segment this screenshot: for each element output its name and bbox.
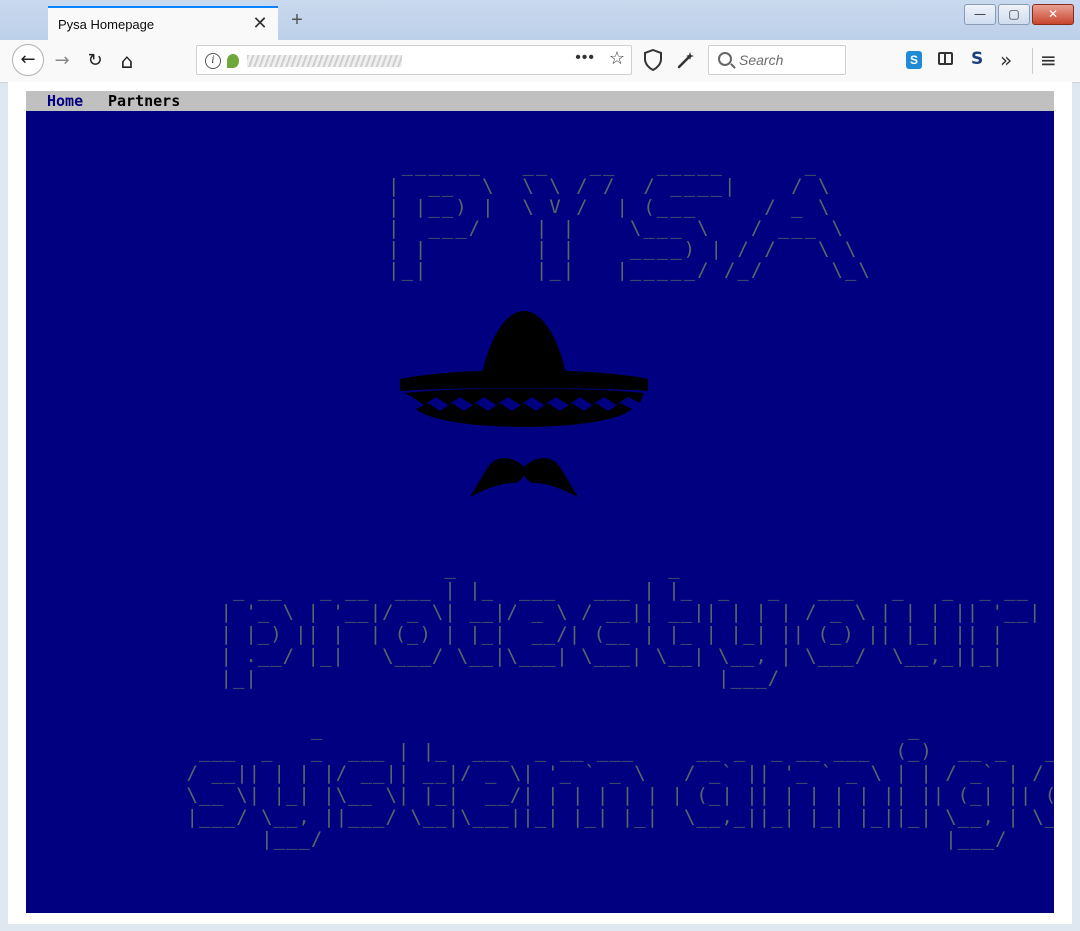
site-nav-bar: Home Partners [26, 91, 1054, 111]
toolbar-separator [1032, 48, 1033, 74]
tab-close-icon[interactable]: ✕ [250, 12, 270, 34]
url-bar[interactable]: i ••• ☆ [196, 45, 632, 75]
bookmark-star-icon[interactable]: ☆ [609, 48, 625, 69]
skype-icon[interactable]: S [906, 51, 922, 69]
tab-title: Pysa Homepage [58, 17, 155, 32]
extension-s-icon[interactable]: S [971, 49, 983, 69]
search-icon [718, 52, 732, 66]
new-tab-icon[interactable]: + [286, 8, 308, 32]
window-titlebar: Pysa Homepage ✕ + — ▢ ✕ [0, 0, 1080, 41]
navigation-toolbar: ← → ↻ ⌂ i ••• ☆ S S » ≡ [0, 40, 1080, 83]
url-text-redacted[interactable] [247, 55, 402, 67]
reload-icon[interactable]: ↻ [80, 46, 110, 76]
overflow-chevron-icon[interactable]: » [1000, 48, 1012, 72]
close-window-button[interactable]: ✕ [1032, 4, 1074, 25]
nav-link-partners[interactable]: Partners [108, 92, 180, 110]
back-icon[interactable]: ← [12, 44, 44, 76]
site-body: ______ __ __ _____ _ | __ \ \ \ / / / __… [26, 111, 1054, 913]
tab-pysa-homepage[interactable]: Pysa Homepage ✕ [48, 6, 278, 40]
sidebar-icon[interactable] [938, 52, 953, 65]
shield-icon[interactable] [643, 49, 663, 71]
search-input[interactable] [739, 50, 839, 70]
forward-icon[interactable]: → [47, 46, 77, 76]
nav-link-home[interactable]: Home [47, 92, 83, 110]
ascii-slogan-protect-your: _ _ _ __ _ __ ___ | |_ ___ ___ | |_ _ _ … [220, 557, 1042, 689]
ascii-title-pysa: ______ __ __ _____ _ | __ \ \ \ / / / __… [388, 154, 872, 281]
home-icon[interactable]: ⌂ [112, 46, 142, 76]
search-box[interactable] [708, 45, 846, 75]
page-actions-more-icon[interactable]: ••• [575, 49, 595, 67]
hamburger-menu-icon[interactable]: ≡ [1040, 48, 1057, 72]
minimize-button[interactable]: — [964, 4, 996, 25]
window-controls: — ▢ ✕ [964, 4, 1074, 25]
site-favicon-icon [227, 54, 239, 68]
maximize-button[interactable]: ▢ [998, 4, 1030, 25]
wand-icon[interactable] [676, 50, 696, 70]
page-viewport: Home Partners ______ __ __ _____ _ | __ … [8, 82, 1072, 924]
sombrero-logo-icon [400, 311, 648, 497]
page-info-icon[interactable]: i [205, 53, 221, 69]
ascii-slogan-system-amigo: _ _ ___ _ _ ___ | |_ ___ _ __ ___ __ _ _… [186, 718, 1054, 850]
